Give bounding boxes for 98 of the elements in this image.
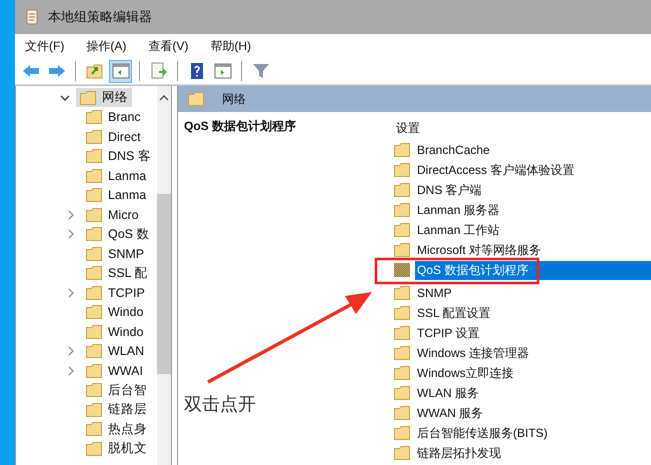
folder-icon bbox=[86, 344, 102, 358]
tree-item[interactable]: 链路层 bbox=[82, 400, 151, 420]
tree-item[interactable]: SNMP bbox=[82, 246, 148, 262]
tree-item[interactable]: 网络 bbox=[76, 88, 132, 108]
pane-title: 网络 bbox=[222, 90, 246, 108]
list-item[interactable]: 链路层拓扑发现 bbox=[415, 444, 503, 462]
folder-icon bbox=[86, 130, 102, 144]
tree-item[interactable]: WLAN bbox=[82, 343, 148, 360]
folder-icon bbox=[394, 183, 410, 197]
left-arrow-icon bbox=[22, 62, 40, 80]
folder-icon bbox=[394, 326, 410, 340]
folder-icon bbox=[394, 346, 410, 360]
column-heading: 设置 bbox=[395, 120, 421, 136]
pane-icon bbox=[112, 62, 130, 80]
pane-icon bbox=[214, 62, 232, 80]
tree-item[interactable]: Lanma bbox=[82, 168, 150, 184]
folder-icon bbox=[394, 223, 410, 237]
folder-icon bbox=[394, 203, 410, 217]
folder-icon bbox=[86, 168, 102, 183]
folder-icon bbox=[394, 386, 410, 400]
folder-icon bbox=[86, 402, 102, 417]
list-item[interactable]: DirectAccess 客户端体验设置 bbox=[415, 160, 576, 180]
pane-button[interactable] bbox=[109, 60, 132, 82]
menu-item[interactable]: 文件(F) bbox=[25, 38, 64, 54]
folder-icon bbox=[188, 92, 204, 106]
folder-icon bbox=[86, 442, 102, 456]
scrollbar[interactable] bbox=[157, 86, 171, 465]
list-item[interactable]: BranchCache bbox=[415, 142, 492, 158]
scroll-icon bbox=[25, 9, 39, 25]
folder-icon bbox=[86, 364, 102, 378]
scroll-thumb[interactable] bbox=[157, 194, 171, 374]
folder-icon bbox=[86, 266, 102, 280]
window-title: 本地组策略编辑器 bbox=[48, 8, 152, 26]
list-item[interactable]: SSL 配置设置 bbox=[415, 304, 493, 322]
folder-icon bbox=[86, 188, 102, 202]
folder-icon bbox=[86, 110, 102, 124]
folder-icon bbox=[394, 406, 410, 420]
list-item[interactable]: Lanman 工作站 bbox=[415, 220, 502, 240]
tree-item[interactable]: 热点身 bbox=[82, 420, 151, 439]
list-item[interactable]: WLAN 服务 bbox=[415, 384, 482, 402]
menu-item[interactable]: 操作(A) bbox=[86, 38, 126, 54]
folder-icon bbox=[394, 243, 410, 257]
folder-icon bbox=[86, 208, 102, 222]
folder-icon bbox=[394, 366, 410, 380]
tree-item[interactable]: Direct bbox=[82, 128, 145, 145]
tree-item[interactable]: QoS 数 bbox=[82, 224, 154, 244]
tree-item[interactable]: WWAI bbox=[82, 362, 147, 379]
tree-item[interactable]: Lanma bbox=[82, 187, 150, 204]
folder-icon bbox=[394, 446, 410, 460]
folder-icon bbox=[86, 246, 102, 261]
policy-icon bbox=[394, 263, 410, 277]
chevron-right-icon[interactable] bbox=[66, 229, 76, 240]
list-item[interactable]: Microsoft 对等网络服务 bbox=[415, 240, 544, 260]
tree-item[interactable]: 脱机文 bbox=[82, 439, 151, 458]
menu-item[interactable]: 查看(V) bbox=[148, 38, 188, 54]
folder-icon bbox=[86, 305, 102, 320]
tree-item[interactable]: TCPIP bbox=[82, 284, 149, 301]
annotation-text: 双击点开 bbox=[184, 393, 256, 416]
list-item[interactable]: DNS 客户端 bbox=[415, 180, 484, 200]
tree-item[interactable]: Branc bbox=[82, 109, 145, 126]
folder-icon bbox=[394, 286, 410, 300]
chevron-right-icon[interactable] bbox=[66, 366, 76, 376]
scroll-up-icon[interactable] bbox=[159, 94, 169, 102]
chevron-down-icon[interactable] bbox=[60, 92, 70, 103]
chevron-right-icon[interactable] bbox=[66, 288, 76, 298]
folder-icon bbox=[394, 306, 410, 320]
list-item[interactable]: 后台智能传送服务(BITS) bbox=[415, 424, 550, 442]
filter-icon bbox=[252, 62, 270, 80]
chevron-right-icon[interactable] bbox=[66, 210, 76, 220]
chevron-right-icon[interactable] bbox=[66, 346, 76, 356]
folder-icon bbox=[80, 90, 96, 105]
folder-icon bbox=[86, 383, 102, 398]
list-item[interactable]: WWAN 服务 bbox=[415, 404, 486, 422]
folder-icon bbox=[86, 227, 102, 242]
folder-arrow-icon bbox=[86, 62, 104, 80]
tree-item[interactable]: Micro bbox=[82, 206, 143, 223]
folder-icon bbox=[86, 422, 102, 436]
tree-item[interactable]: Windo bbox=[82, 324, 148, 340]
list-item[interactable]: Windows立即连接 bbox=[415, 364, 516, 382]
description-title: QoS 数据包计划程序 bbox=[184, 119, 296, 133]
folder-icon bbox=[394, 163, 410, 177]
list-item[interactable]: Windows 连接管理器 bbox=[415, 344, 532, 362]
tree-item[interactable]: Windo bbox=[82, 304, 148, 320]
folder-icon bbox=[86, 324, 102, 339]
list-item[interactable]: SNMP bbox=[415, 285, 454, 301]
document-arrow-icon bbox=[150, 62, 168, 80]
list-item[interactable]: Lanman 服务器 bbox=[415, 200, 502, 220]
tree-item[interactable]: 后台智 bbox=[82, 380, 151, 400]
folder-icon bbox=[86, 286, 102, 300]
tree-item[interactable]: SSL 配 bbox=[82, 264, 152, 283]
list-item[interactable]: TCPIP 设置 bbox=[415, 324, 482, 342]
list-item[interactable]: QoS 数据包计划程序 bbox=[415, 260, 651, 280]
right-arrow-icon bbox=[48, 62, 66, 80]
tree-item[interactable]: DNS 客 bbox=[82, 146, 155, 166]
folder-icon bbox=[394, 426, 410, 440]
menu-item[interactable]: 帮助(H) bbox=[210, 38, 251, 54]
folder-icon bbox=[394, 143, 410, 157]
folder-icon bbox=[86, 149, 102, 164]
